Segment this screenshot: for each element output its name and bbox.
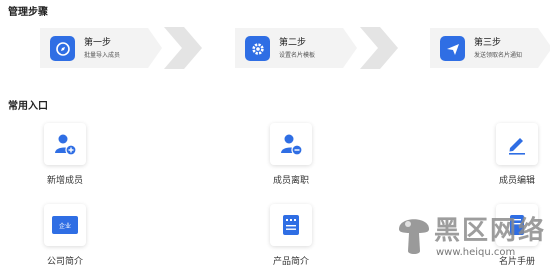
mushroom-logo-icon xyxy=(398,219,429,254)
step-1-card[interactable]: 第一步 批量导入成员 xyxy=(40,28,162,68)
entry-label: 新增成员 xyxy=(46,176,83,186)
step-1-name: 第一步 xyxy=(84,38,112,48)
company-badge-text: 企业 xyxy=(58,222,71,230)
product-intro-button[interactable] xyxy=(270,204,312,246)
step-3-desc: 发送领取名片通知 xyxy=(474,52,523,59)
entry-label: 产品简介 xyxy=(272,257,309,267)
entry-member-edit[interactable]: 成员编辑 xyxy=(487,123,547,186)
step-3-card[interactable]: 第三步 发送领取名片通知 xyxy=(430,28,550,68)
add-user-icon xyxy=(55,134,77,156)
gear-icon xyxy=(245,36,270,61)
edit-pencil-icon xyxy=(509,138,525,155)
common-entries-title: 常用入口 xyxy=(8,101,48,112)
add-member-button[interactable] xyxy=(44,123,86,165)
entry-label: 成员离职 xyxy=(272,176,309,186)
management-steps-title: 管理步骤 xyxy=(8,7,48,18)
entry-product-intro[interactable]: 产品简介 xyxy=(261,204,321,267)
entry-label: 成员编辑 xyxy=(498,176,535,186)
member-leave-button[interactable] xyxy=(270,123,312,165)
step-2-card[interactable]: 第二步 设置名片模板 xyxy=(235,28,357,68)
remove-user-icon xyxy=(281,134,303,156)
step-2-name: 第二步 xyxy=(279,38,307,48)
paper-plane-icon xyxy=(440,36,465,61)
company-intro-button[interactable]: 企业 xyxy=(44,204,86,246)
compass-icon xyxy=(50,36,75,61)
chevron-right-icon xyxy=(360,27,398,69)
entry-add-member[interactable]: 新增成员 xyxy=(35,123,95,186)
entry-member-leave[interactable]: 成员离职 xyxy=(261,123,321,186)
watermark-text: 黑区网络 xyxy=(433,216,546,246)
step-3-name: 第三步 xyxy=(474,38,502,48)
entry-label: 公司简介 xyxy=(46,257,83,267)
entry-company-intro[interactable]: 企业 公司简介 xyxy=(35,204,95,267)
company-card-icon: 企业 xyxy=(52,216,78,234)
step-1-desc: 批量导入成员 xyxy=(84,52,121,59)
step-2-desc: 设置名片模板 xyxy=(279,52,316,59)
chevron-right-icon xyxy=(164,27,202,69)
watermark-url: www.heiqu.com xyxy=(435,247,516,258)
document-icon xyxy=(283,215,299,235)
member-edit-button[interactable] xyxy=(496,123,538,165)
watermark: 黑区网络 www.heiqu.com xyxy=(397,210,546,258)
